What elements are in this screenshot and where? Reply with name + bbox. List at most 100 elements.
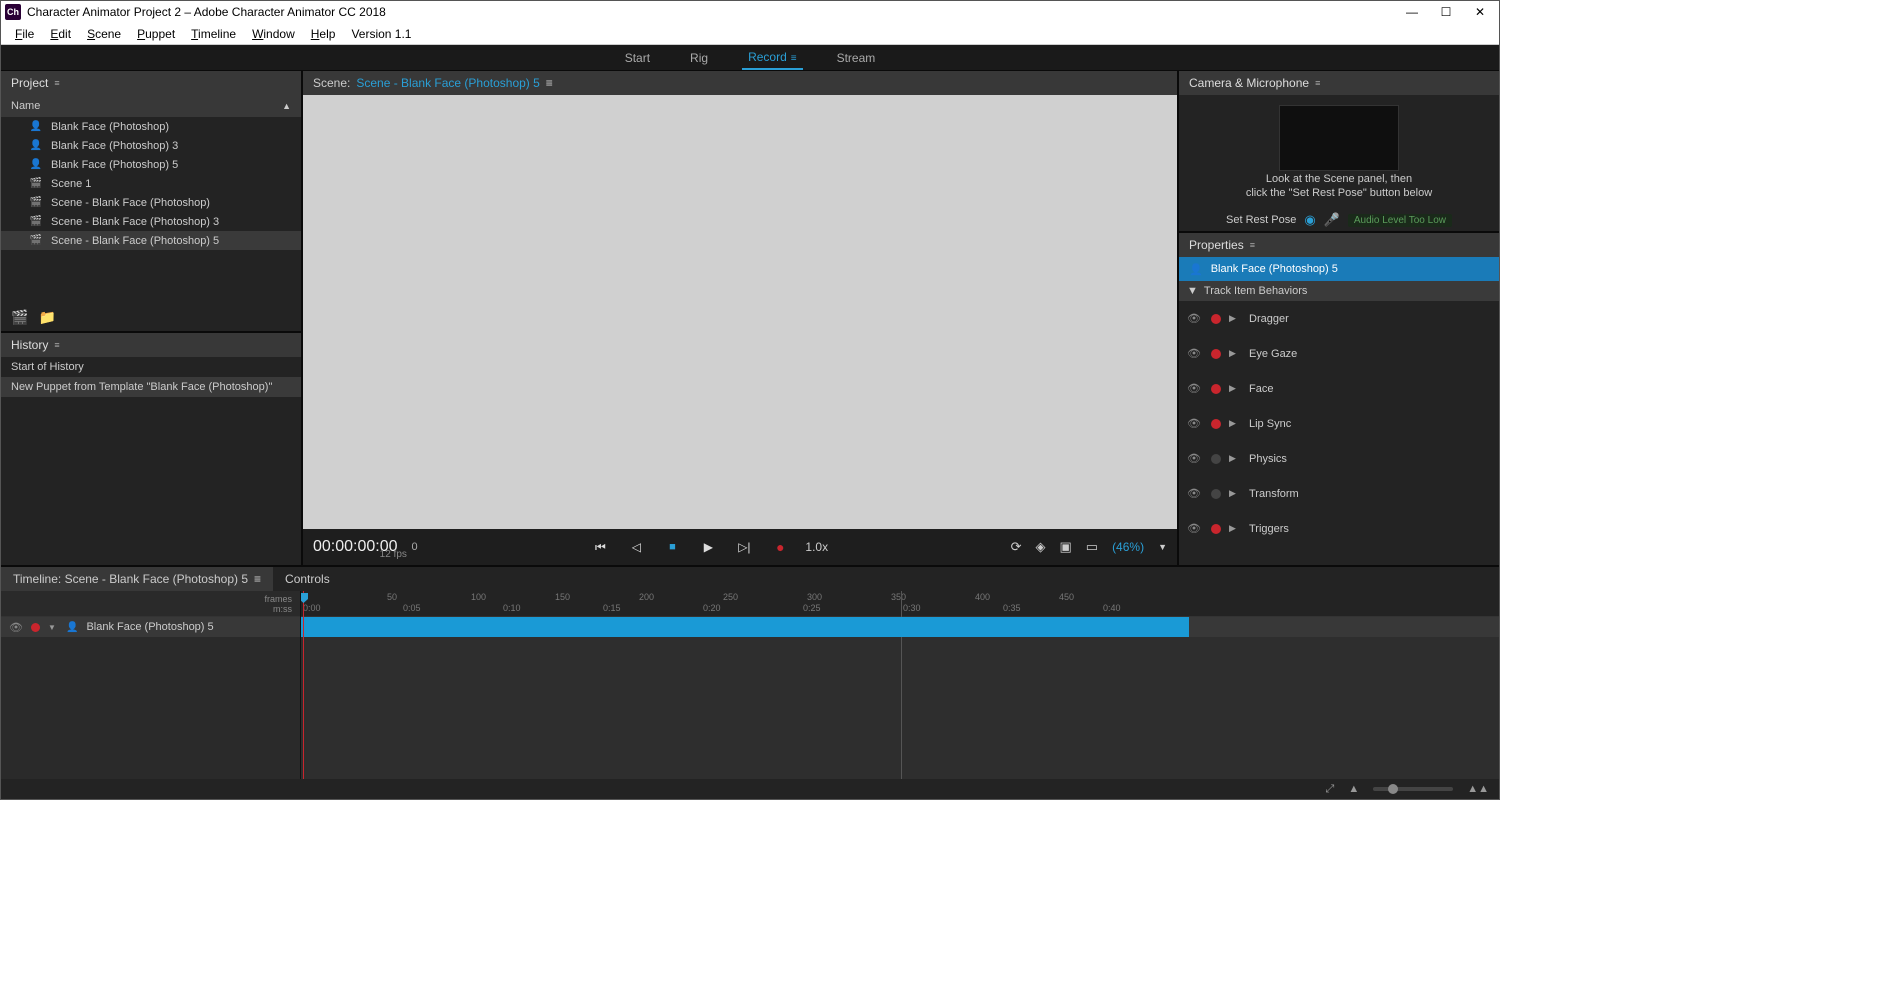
project-item[interactable]: 🎬Scene - Blank Face (Photoshop) 5 xyxy=(1,231,301,250)
zoom-in-icon[interactable]: ▲▲ xyxy=(1467,783,1489,795)
scene-canvas[interactable] xyxy=(303,95,1177,529)
track-area[interactable]: 0501001502002503003504004500:000:050:100… xyxy=(301,591,1499,779)
expand-arrow-icon[interactable]: ▼ xyxy=(48,623,58,632)
timeline-zoom-slider[interactable] xyxy=(1373,787,1453,791)
minimize-button[interactable]: — xyxy=(1405,5,1419,19)
behaviors-section-header[interactable]: ▼ Track Item Behaviors xyxy=(1179,281,1499,301)
project-item[interactable]: 👤Blank Face (Photoshop) xyxy=(1,117,301,136)
scene-name[interactable]: Scene - Blank Face (Photoshop) 5 xyxy=(356,76,539,90)
panel-menu-icon[interactable]: ≡ xyxy=(1250,240,1255,250)
expand-arrow-icon[interactable]: ▶ xyxy=(1229,453,1241,464)
behavior-row[interactable]: 👁▶Triggers xyxy=(1179,511,1499,546)
ws-tab-stream[interactable]: Stream xyxy=(831,47,882,69)
panel-menu-icon[interactable]: ≡ xyxy=(1315,78,1320,88)
behavior-row[interactable]: 👁▶Transform xyxy=(1179,476,1499,511)
visibility-icon[interactable]: 👁 xyxy=(1187,312,1203,325)
menu-edit[interactable]: Edit xyxy=(42,25,79,43)
track-row-header[interactable]: 👁 ▼ 👤 Blank Face (Photoshop) 5 xyxy=(1,617,300,637)
menu-window[interactable]: Window xyxy=(244,25,303,43)
controls-tab[interactable]: Controls xyxy=(273,567,342,591)
expand-arrow-icon[interactable]: ▶ xyxy=(1229,488,1241,499)
set-rest-pose-button[interactable]: Set Rest Pose xyxy=(1226,214,1296,226)
maximize-button[interactable]: ☐ xyxy=(1439,5,1453,19)
project-panel-header[interactable]: Project ≡ xyxy=(1,71,301,95)
visibility-icon[interactable]: 👁 xyxy=(1187,452,1203,465)
step-forward-button[interactable]: ▷| xyxy=(733,540,755,554)
menu-file[interactable]: File xyxy=(7,25,42,43)
arm-icon[interactable] xyxy=(1211,454,1221,464)
ws-tab-rig[interactable]: Rig xyxy=(684,47,714,69)
arm-icon[interactable] xyxy=(1211,314,1221,324)
arm-icon[interactable] xyxy=(1211,524,1221,534)
webcam-icon[interactable]: ◉ xyxy=(1304,212,1315,228)
history-item[interactable]: Start of History xyxy=(1,357,301,377)
refresh-icon[interactable]: ⟳ xyxy=(1011,539,1022,555)
track-clip[interactable] xyxy=(301,617,1189,637)
panel-menu-icon[interactable]: ≡ xyxy=(54,78,59,88)
visibility-icon[interactable]: 👁 xyxy=(1187,522,1203,535)
checker-icon[interactable]: ▭ xyxy=(1086,539,1098,555)
project-item[interactable]: 🎬Scene 1 xyxy=(1,174,301,193)
behavior-row[interactable]: 👁▶Lip Sync xyxy=(1179,406,1499,441)
project-column-header[interactable]: Name ▲ xyxy=(1,95,301,117)
step-back-button[interactable]: ◁ xyxy=(625,540,647,554)
panel-menu-icon[interactable]: ≡ xyxy=(546,76,553,90)
project-item[interactable]: 🎬Scene - Blank Face (Photoshop) 3 xyxy=(1,212,301,231)
playback-speed[interactable]: 1.0x xyxy=(805,540,828,554)
menu-help[interactable]: Help xyxy=(303,25,344,43)
new-scene-icon[interactable]: 🎬 xyxy=(11,309,28,326)
new-folder-icon[interactable]: 📁 xyxy=(38,309,55,326)
expand-arrow-icon[interactable]: ▶ xyxy=(1229,523,1241,534)
zoom-level[interactable]: (46%) xyxy=(1112,540,1144,554)
zoom-out-icon[interactable]: ▲ xyxy=(1348,783,1359,795)
arm-icon[interactable] xyxy=(1211,489,1221,499)
ws-tab-record[interactable]: Record≡ xyxy=(742,46,803,70)
behavior-row[interactable]: 👁▶Face xyxy=(1179,371,1499,406)
history-panel-header[interactable]: History ≡ xyxy=(1,333,301,357)
record-button[interactable]: ● xyxy=(769,539,791,555)
zoom-dropdown-icon[interactable]: ▼ xyxy=(1158,542,1167,552)
menu-puppet[interactable]: Puppet xyxy=(129,25,183,43)
expand-arrow-icon[interactable]: ▶ xyxy=(1229,418,1241,429)
frame-number[interactable]: 0 xyxy=(412,541,418,553)
expand-arrow-icon[interactable]: ▶ xyxy=(1229,348,1241,359)
project-item[interactable]: 👤Blank Face (Photoshop) 5 xyxy=(1,155,301,174)
sort-arrow-icon[interactable]: ▲ xyxy=(282,101,291,111)
arm-icon[interactable] xyxy=(1211,419,1221,429)
cast-icon[interactable]: ▣ xyxy=(1059,539,1071,555)
history-item[interactable]: New Puppet from Template "Blank Face (Ph… xyxy=(1,377,301,397)
camera-preview[interactable] xyxy=(1279,105,1399,171)
3d-icon[interactable]: ◈ xyxy=(1035,539,1045,555)
go-to-start-button[interactable]: ⏮ xyxy=(589,540,611,555)
behavior-row[interactable]: 👁▶Eye Gaze xyxy=(1179,336,1499,371)
project-item[interactable]: 👤Blank Face (Photoshop) 3 xyxy=(1,136,301,155)
visibility-icon[interactable]: 👁 xyxy=(9,621,23,634)
visibility-icon[interactable]: 👁 xyxy=(1187,382,1203,395)
panel-menu-icon[interactable]: ≡ xyxy=(254,572,261,586)
microphone-icon[interactable]: 🎤 xyxy=(1324,212,1340,228)
camera-panel-header[interactable]: Camera & Microphone ≡ xyxy=(1179,71,1499,95)
arm-icon[interactable] xyxy=(1211,384,1221,394)
properties-selected-item[interactable]: 👤 Blank Face (Photoshop) 5 xyxy=(1179,257,1499,281)
arm-icon[interactable] xyxy=(31,623,40,632)
playhead[interactable] xyxy=(303,591,304,779)
arm-icon[interactable] xyxy=(1211,349,1221,359)
project-item[interactable]: 🎬Scene - Blank Face (Photoshop) xyxy=(1,193,301,212)
time-ruler[interactable]: 0501001502002503003504004500:000:050:100… xyxy=(301,591,1499,617)
visibility-icon[interactable]: 👁 xyxy=(1187,417,1203,430)
close-button[interactable]: ✕ xyxy=(1473,5,1487,19)
collapse-arrow-icon[interactable]: ▼ xyxy=(1187,285,1198,297)
timeline-tab[interactable]: Timeline: Scene - Blank Face (Photoshop)… xyxy=(1,567,273,591)
menu-version[interactable]: Version 1.1 xyxy=(343,25,419,43)
ws-menu-icon[interactable]: ≡ xyxy=(791,53,797,64)
behavior-row[interactable]: 👁▶Dragger xyxy=(1179,301,1499,336)
menu-timeline[interactable]: Timeline xyxy=(183,25,244,43)
behavior-row[interactable]: 👁▶Physics xyxy=(1179,441,1499,476)
expand-arrow-icon[interactable]: ▶ xyxy=(1229,313,1241,324)
ws-tab-start[interactable]: Start xyxy=(619,47,656,69)
properties-panel-header[interactable]: Properties ≡ xyxy=(1179,233,1499,257)
expand-arrow-icon[interactable]: ▶ xyxy=(1229,383,1241,394)
play-button[interactable]: ▶ xyxy=(697,540,719,554)
visibility-icon[interactable]: 👁 xyxy=(1187,347,1203,360)
fit-icon[interactable]: ⤢ xyxy=(1326,783,1335,796)
